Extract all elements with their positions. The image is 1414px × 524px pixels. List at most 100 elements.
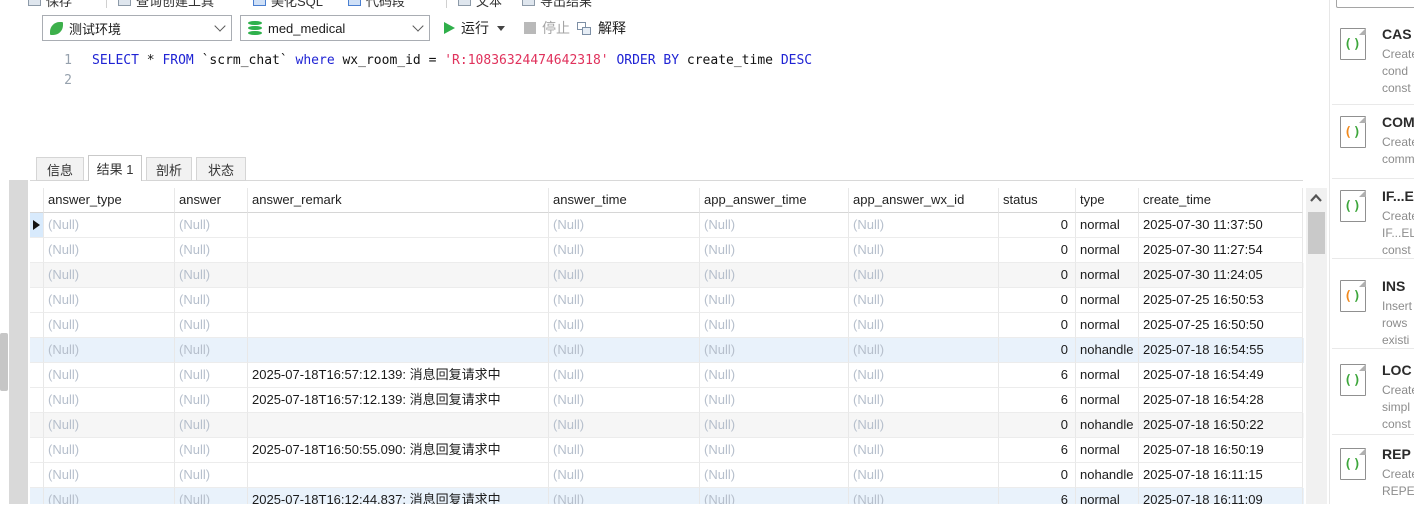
row-selector[interactable]: [30, 213, 44, 238]
cell-answer[interactable]: (Null): [175, 338, 248, 363]
cell-app_answer_wx_id[interactable]: (Null): [849, 338, 999, 363]
cell-app_answer_time[interactable]: (Null): [700, 388, 849, 413]
database-select[interactable]: med_medical: [240, 15, 430, 41]
cell-answer_type[interactable]: (Null): [44, 413, 175, 438]
cell-create_time[interactable]: 2025-07-18 16:54:28: [1139, 388, 1303, 413]
cell-answer_remark[interactable]: [248, 263, 549, 288]
row-selector[interactable]: [30, 363, 44, 388]
cell-answer[interactable]: (Null): [175, 388, 248, 413]
row-selector[interactable]: [30, 313, 44, 338]
cell-app_answer_wx_id[interactable]: (Null): [849, 463, 999, 488]
snippet-card-cas[interactable]: ()CASCreatecondconst: [1332, 24, 1414, 104]
cell-answer_time[interactable]: (Null): [549, 238, 700, 263]
column-header-app_answer_time[interactable]: app_answer_time: [700, 188, 849, 213]
cell-answer_type[interactable]: (Null): [44, 288, 175, 313]
cell-answer_time[interactable]: (Null): [549, 313, 700, 338]
cell-answer_remark[interactable]: [248, 338, 549, 363]
row-selector[interactable]: [30, 338, 44, 363]
snippet-card-loc[interactable]: ()LOCCreatesimplconst: [1332, 360, 1414, 440]
cell-status[interactable]: 0: [999, 463, 1076, 488]
cell-answer_time[interactable]: (Null): [549, 463, 700, 488]
cell-answer_type[interactable]: (Null): [44, 238, 175, 263]
cell-type[interactable]: normal: [1076, 388, 1139, 413]
row-selector[interactable]: [30, 438, 44, 463]
cell-answer[interactable]: (Null): [175, 438, 248, 463]
cell-app_answer_time[interactable]: (Null): [700, 338, 849, 363]
row-selector[interactable]: [30, 263, 44, 288]
cell-status[interactable]: 0: [999, 288, 1076, 313]
cell-app_answer_wx_id[interactable]: (Null): [849, 313, 999, 338]
cell-answer_time[interactable]: (Null): [549, 388, 700, 413]
cell-status[interactable]: 0: [999, 413, 1076, 438]
column-header-status[interactable]: status: [999, 188, 1076, 213]
column-header-app_answer_wx_id[interactable]: app_answer_wx_id: [849, 188, 999, 213]
tab-信息[interactable]: 信息: [36, 157, 84, 181]
cell-type[interactable]: normal: [1076, 288, 1139, 313]
cell-answer_type[interactable]: (Null): [44, 313, 175, 338]
cell-answer_remark[interactable]: [248, 288, 549, 313]
cell-app_answer_time[interactable]: (Null): [700, 288, 849, 313]
cell-app_answer_time[interactable]: (Null): [700, 363, 849, 388]
row-selector[interactable]: [30, 288, 44, 313]
cell-app_answer_time[interactable]: (Null): [700, 438, 849, 463]
cell-answer_type[interactable]: (Null): [44, 463, 175, 488]
row-selector[interactable]: [30, 488, 44, 504]
cell-app_answer_wx_id[interactable]: (Null): [849, 263, 999, 288]
cell-status[interactable]: 6: [999, 388, 1076, 413]
scrollbar-thumb[interactable]: [1308, 212, 1325, 254]
cell-answer[interactable]: (Null): [175, 213, 248, 238]
cell-app_answer_wx_id[interactable]: (Null): [849, 288, 999, 313]
cell-answer_time[interactable]: (Null): [549, 338, 700, 363]
cell-app_answer_wx_id[interactable]: (Null): [849, 388, 999, 413]
snippet-card-com[interactable]: ()COMCreatecomm: [1332, 112, 1414, 192]
cell-answer_remark[interactable]: [248, 238, 549, 263]
cell-answer_time[interactable]: (Null): [549, 213, 700, 238]
cell-answer[interactable]: (Null): [175, 488, 248, 504]
cell-type[interactable]: nohandle: [1076, 413, 1139, 438]
connection-select[interactable]: 测试环境: [42, 15, 232, 41]
cell-answer_type[interactable]: (Null): [44, 263, 175, 288]
cell-create_time[interactable]: 2025-07-30 11:24:05: [1139, 263, 1303, 288]
cell-answer_type[interactable]: (Null): [44, 338, 175, 363]
cell-answer_time[interactable]: (Null): [549, 263, 700, 288]
cell-app_answer_time[interactable]: (Null): [700, 413, 849, 438]
toolbar-button-6[interactable]: 导出结果: [522, 0, 592, 11]
cell-answer[interactable]: (Null): [175, 363, 248, 388]
snippet-card-rep[interactable]: ()REPCreateREPEA: [1332, 444, 1414, 524]
row-selector[interactable]: [30, 388, 44, 413]
tab-结果 1[interactable]: 结果 1: [88, 155, 142, 181]
column-header-answer_time[interactable]: answer_time: [549, 188, 700, 213]
cell-app_answer_time[interactable]: (Null): [700, 488, 849, 504]
row-selector[interactable]: [30, 463, 44, 488]
scroll-up-icon[interactable]: [1310, 194, 1322, 202]
left-scrollbar-thumb[interactable]: [0, 333, 8, 391]
toolbar-button-5[interactable]: 文本: [458, 0, 502, 11]
cell-app_answer_time[interactable]: (Null): [700, 263, 849, 288]
cell-answer_type[interactable]: (Null): [44, 438, 175, 463]
cell-answer_remark[interactable]: [248, 463, 549, 488]
cell-create_time[interactable]: 2025-07-25 16:50:50: [1139, 313, 1303, 338]
cell-create_time[interactable]: 2025-07-18 16:54:55: [1139, 338, 1303, 363]
cell-app_answer_time[interactable]: (Null): [700, 313, 849, 338]
cell-status[interactable]: 6: [999, 488, 1076, 504]
column-header-type[interactable]: type: [1076, 188, 1139, 213]
cell-create_time[interactable]: 2025-07-18 16:54:49: [1139, 363, 1303, 388]
tab-状态[interactable]: 状态: [196, 157, 246, 181]
cell-create_time[interactable]: 2025-07-18 16:50:19: [1139, 438, 1303, 463]
cell-app_answer_wx_id[interactable]: (Null): [849, 438, 999, 463]
toolbar-button-3[interactable]: 美化SQL: [253, 0, 323, 11]
cell-answer_remark[interactable]: 2025-07-18T16:57:12.139: 消息回复请求中: [248, 388, 549, 413]
explain-button[interactable]: 解释: [577, 15, 626, 41]
cell-answer_time[interactable]: (Null): [549, 363, 700, 388]
cell-app_answer_wx_id[interactable]: (Null): [849, 488, 999, 504]
cell-create_time[interactable]: 2025-07-30 11:27:54: [1139, 238, 1303, 263]
cell-answer_type[interactable]: (Null): [44, 363, 175, 388]
cell-status[interactable]: 0: [999, 213, 1076, 238]
cell-create_time[interactable]: 2025-07-30 11:37:50: [1139, 213, 1303, 238]
snippet-card-ins[interactable]: ()INSInsertrowsexisti: [1332, 276, 1414, 356]
cell-answer_time[interactable]: (Null): [549, 413, 700, 438]
cell-type[interactable]: normal: [1076, 213, 1139, 238]
cell-answer_time[interactable]: (Null): [549, 288, 700, 313]
cell-answer[interactable]: (Null): [175, 288, 248, 313]
cell-type[interactable]: normal: [1076, 263, 1139, 288]
